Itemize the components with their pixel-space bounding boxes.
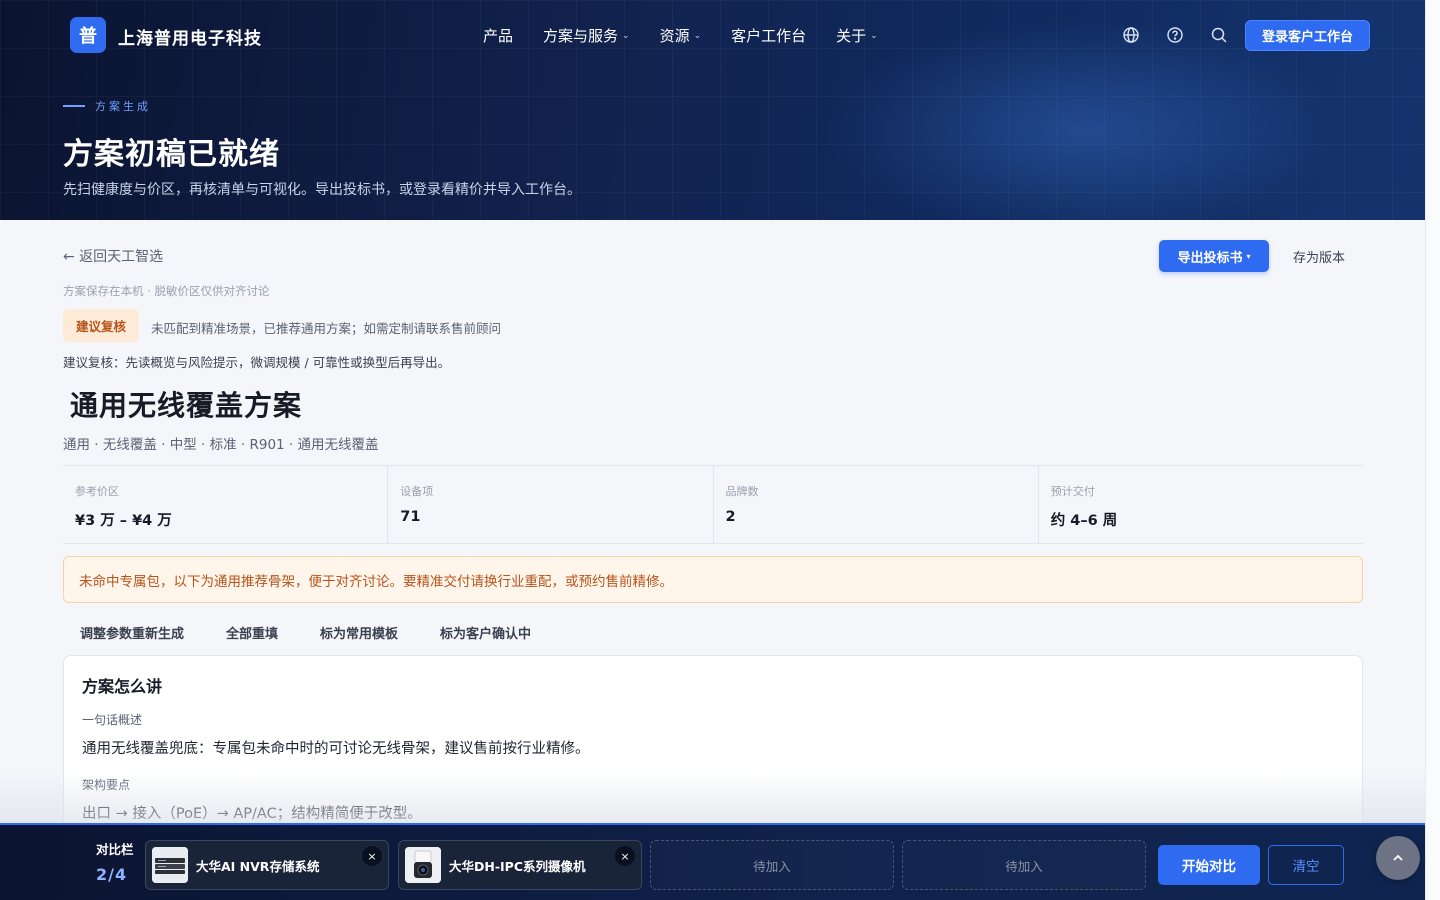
stat-label: 预计交付: [1050, 485, 1095, 498]
local-storage-note: 方案保存在本机 · 脱敏价区仅供对齐讨论: [63, 284, 270, 298]
top-navigation: 普 上海普用电子科技 产品 方案与服务 ⌄ 资源 ⌄ 客户工作台 关于 ⌄ 登录客户工…: [0, 0, 1425, 70]
empty-slot-label: 待加入: [1005, 858, 1043, 874]
globe-icon[interactable]: [1122, 26, 1140, 44]
pitch-section-label: 架构要点: [82, 778, 131, 792]
nav-item-label: 方案与服务: [543, 27, 619, 45]
empty-slot-label: 待加入: [753, 858, 791, 874]
chevron-down-icon: ⌄: [693, 30, 702, 41]
hero-eyebrow: 方案生成: [63, 98, 151, 114]
nav-item-label: 客户工作台: [731, 27, 807, 45]
stat-value: 约 4–6 周: [1050, 513, 1118, 529]
nvr-device-image: [152, 847, 188, 883]
review-message: 未匹配到精准场景，已推荐通用方案；如需定制请联系售前顾问: [151, 321, 502, 336]
reset-all-button[interactable]: 全部重填: [226, 623, 278, 642]
eyebrow-line: [63, 105, 85, 107]
mark-template-button[interactable]: 标为常用模板: [320, 623, 398, 642]
export-bid-button[interactable]: 导出投标书 ▾: [1159, 240, 1269, 272]
compare-bar-title: 对比栏: [96, 842, 134, 857]
compare-slot-name: 大华DH-IPC系列摄像机: [449, 859, 586, 874]
plan-tags: 通用 · 无线覆盖 · 中型 · 标准 · R901 · 通用无线覆盖: [63, 437, 379, 453]
compare-slot-empty: 待加入: [650, 840, 894, 890]
brand-name[interactable]: 上海普用电子科技: [118, 24, 262, 49]
start-compare-button[interactable]: 开始对比: [1158, 845, 1260, 885]
nav-item-label: 资源: [659, 27, 690, 45]
compare-slot[interactable]: 大华AI NVR存储系统 ×: [145, 840, 389, 890]
search-icon[interactable]: [1210, 26, 1228, 44]
chevron-up-icon: [1393, 854, 1403, 861]
review-badge: 建议复核: [63, 309, 139, 342]
export-label: 导出投标书: [1177, 250, 1243, 266]
stat-value: 2: [725, 509, 736, 525]
pitch-section-text: 通用无线覆盖兜底：专属包未命中时的可讨论无线骨架，建议售前按行业精修。: [82, 741, 590, 757]
stat-value: ¥3 万 – ¥4 万: [75, 513, 172, 529]
compare-slot-name: 大华AI NVR存储系统: [196, 859, 320, 874]
brand-logo-icon[interactable]: 普: [70, 17, 106, 53]
nav-item-label: 产品: [483, 27, 514, 45]
chevron-down-icon: ▾: [1246, 251, 1251, 261]
back-link[interactable]: ← 返回天工智选: [63, 246, 163, 266]
review-hint: 建议复核：先读概览与风险提示，微调规模 / 可靠性或换型后再导出。: [63, 355, 451, 370]
compare-count: 2/4: [96, 865, 128, 884]
stat-value: 71: [400, 509, 421, 525]
nav-item-products[interactable]: 产品: [483, 25, 513, 46]
chevron-down-icon: ⌄: [870, 30, 878, 41]
page-scrollbar[interactable]: [1425, 0, 1440, 900]
scroll-to-top-button[interactable]: [1376, 836, 1420, 880]
stat-label: 设备项: [400, 485, 434, 498]
pitch-section-text: 出口 → 接入（PoE）→ AP/AC；结构精简便于改型。: [82, 806, 422, 822]
nav-item-solutions[interactable]: 方案与服务 ⌄: [543, 25, 630, 46]
close-icon[interactable]: ×: [615, 846, 635, 866]
save-version-button[interactable]: 存为版本: [1280, 240, 1358, 272]
clear-compare-button[interactable]: 清空: [1268, 845, 1344, 885]
nav-item-resources[interactable]: 资源 ⌄: [660, 25, 702, 46]
stat-label: 品牌数: [725, 485, 759, 498]
hero-banner: 普 上海普用电子科技 产品 方案与服务 ⌄ 资源 ⌄ 客户工作台 关于 ⌄ 登录客户工…: [0, 0, 1425, 220]
plan-stats: 参考价区 ¥3 万 – ¥4 万 设备项 71 品牌数 2 预计交付 约 4–6…: [63, 465, 1363, 544]
help-icon[interactable]: [1166, 26, 1184, 44]
login-workspace-button[interactable]: 登录客户工作台: [1245, 20, 1370, 51]
stat-brand-count: 品牌数 2: [712, 466, 1038, 543]
regenerate-button[interactable]: 调整参数重新生成: [80, 623, 184, 642]
plan-title: 通用无线覆盖方案: [70, 389, 303, 422]
chevron-down-icon: ⌄: [622, 30, 630, 41]
page-title: 方案初稿已就绪: [63, 137, 280, 172]
nav-item-workspace[interactable]: 客户工作台: [731, 25, 806, 46]
stat-price-range: 参考价区 ¥3 万 – ¥4 万: [63, 466, 387, 543]
pitch-section-label: 一句话概述: [82, 713, 143, 727]
stat-label: 参考价区: [75, 485, 119, 498]
stat-device-count: 设备项 71: [387, 466, 712, 543]
camera-device-image: [405, 847, 441, 883]
main-nav: 产品 方案与服务 ⌄ 资源 ⌄ 客户工作台 关于 ⌄: [483, 25, 878, 46]
compare-slot-empty: 待加入: [902, 840, 1146, 890]
close-icon[interactable]: ×: [362, 846, 382, 866]
warning-banner: 未命中专属包，以下为通用推荐骨架，便于对齐讨论。要精准交付请换行业重配，或预约售…: [63, 556, 1363, 603]
compare-bar: 对比栏 2/4 大华AI NVR存储系统 × 大华DH-IPC系列摄像机 × 待…: [0, 823, 1425, 900]
mark-client-confirm-button[interactable]: 标为客户确认中: [440, 623, 531, 642]
page-subtitle: 先扫健康度与价区，再核清单与可视化。导出投标书，或登录看精价并导入工作台。: [63, 182, 581, 198]
nav-item-about[interactable]: 关于 ⌄: [836, 25, 878, 46]
nav-item-label: 关于: [836, 27, 867, 45]
eyebrow-label: 方案生成: [95, 100, 151, 113]
pitch-title: 方案怎么讲: [82, 677, 163, 696]
stat-delivery-time: 预计交付 约 4–6 周: [1037, 466, 1363, 543]
compare-slot[interactable]: 大华DH-IPC系列摄像机 ×: [398, 840, 642, 890]
plan-actions: 调整参数重新生成 全部重填 标为常用模板 标为客户确认中: [80, 623, 531, 642]
